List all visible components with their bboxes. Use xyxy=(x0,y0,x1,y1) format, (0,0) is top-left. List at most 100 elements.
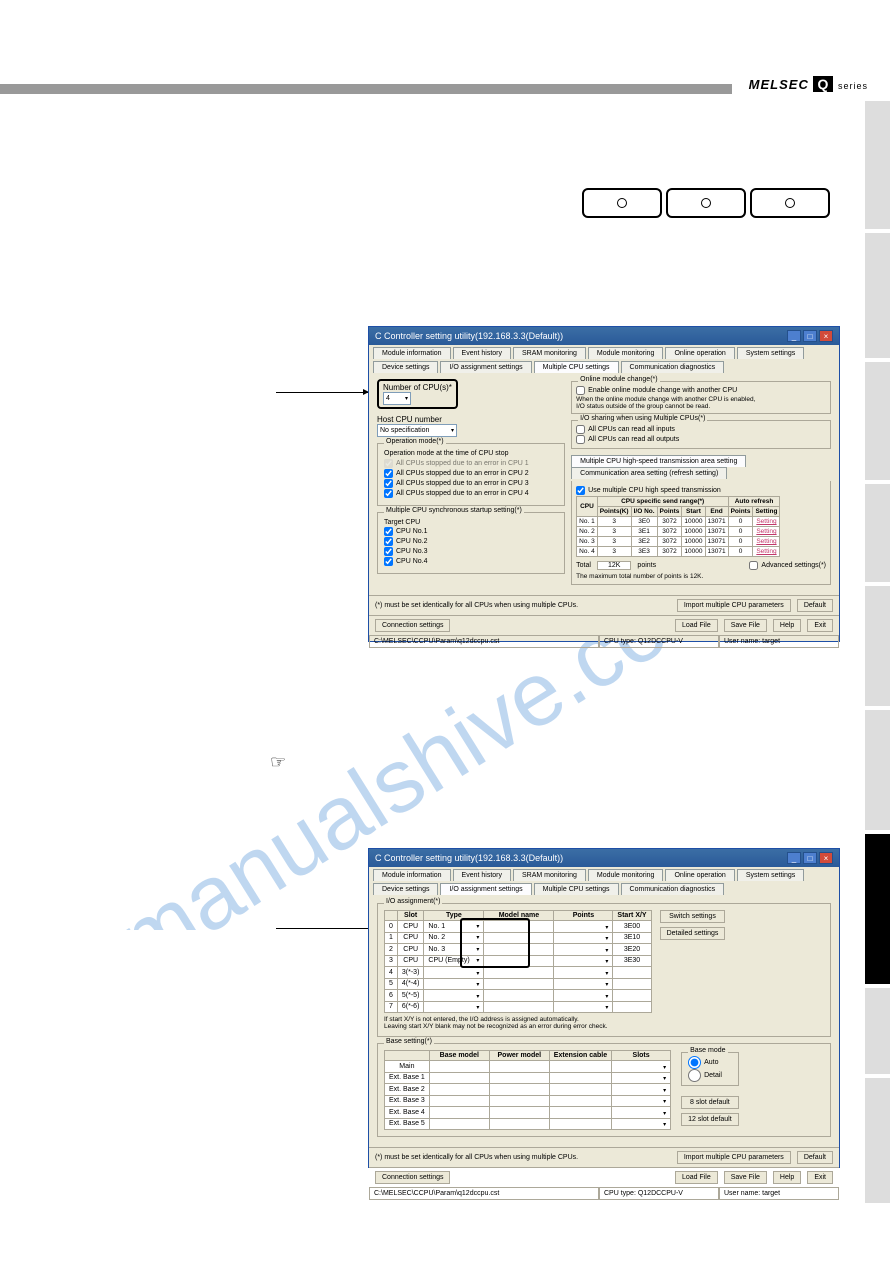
setting-link[interactable]: Setting xyxy=(756,548,776,555)
detailed-settings-button[interactable]: Detailed settings xyxy=(660,927,726,940)
points-select[interactable] xyxy=(558,958,608,965)
tab-comm-area[interactable]: Communication area setting (refresh sett… xyxy=(571,467,727,479)
slots-select[interactable] xyxy=(616,1087,666,1094)
side-tab[interactable] xyxy=(865,988,890,1074)
points-select[interactable] xyxy=(558,924,608,931)
opmode-row[interactable]: All CPUs stopped due to an error in CPU … xyxy=(384,469,558,478)
tab-comm-diagnostics[interactable]: Communication diagnostics xyxy=(621,883,725,895)
type-select[interactable] xyxy=(428,981,479,988)
host-cpu-select[interactable]: No specification xyxy=(377,424,457,437)
tab-comm-diagnostics[interactable]: Communication diagnostics xyxy=(621,361,725,373)
type-select[interactable] xyxy=(428,970,479,977)
help-button[interactable]: Help xyxy=(773,1171,801,1184)
tab-io-assignment[interactable]: I/O assignment settings xyxy=(440,883,531,895)
io-share-inputs[interactable]: All CPUs can read all inputs xyxy=(576,425,826,434)
use-hs-check[interactable]: Use multiple CPU high speed transmission xyxy=(576,486,826,495)
connection-settings-button[interactable]: Connection settings xyxy=(375,619,450,632)
exit-button[interactable]: Exit xyxy=(807,1171,833,1184)
opmode-row[interactable]: All CPUs stopped due to an error in CPU … xyxy=(384,479,558,488)
tab-system-settings[interactable]: System settings xyxy=(737,869,804,881)
maximize-button[interactable]: □ xyxy=(803,330,817,342)
total-value: 12K xyxy=(597,561,631,570)
opmode-row[interactable]: All CPUs stopped due to an error in CPU … xyxy=(384,459,558,468)
minimize-button[interactable]: _ xyxy=(787,330,801,342)
slots-select[interactable] xyxy=(616,1110,666,1117)
slots-select[interactable] xyxy=(616,1098,666,1105)
tab-system-settings[interactable]: System settings xyxy=(737,347,804,359)
tab-online-operation[interactable]: Online operation xyxy=(665,347,734,359)
close-button[interactable]: × xyxy=(819,330,833,342)
setting-link[interactable]: Setting xyxy=(756,538,776,545)
save-file-button[interactable]: Save File xyxy=(724,1171,767,1184)
save-file-button[interactable]: Save File xyxy=(724,619,767,632)
load-file-button[interactable]: Load File xyxy=(675,1171,718,1184)
tab-module-information[interactable]: Module information xyxy=(373,869,451,881)
sync-item[interactable]: CPU No.3 xyxy=(384,547,558,556)
setting-link[interactable]: Setting xyxy=(756,528,776,535)
tab-device-settings[interactable]: Device settings xyxy=(373,883,438,895)
tab-module-monitoring[interactable]: Module monitoring xyxy=(588,869,664,881)
default-button[interactable]: Default xyxy=(797,599,833,612)
points-select[interactable] xyxy=(558,947,608,954)
tab-online-operation[interactable]: Online operation xyxy=(665,869,734,881)
slot-12-default-button[interactable]: 12 slot default xyxy=(681,1113,739,1126)
side-tab[interactable] xyxy=(865,586,890,706)
base-mode-auto[interactable]: Auto xyxy=(688,1056,732,1069)
import-params-button[interactable]: Import multiple CPU parameters xyxy=(677,1151,791,1164)
points-select[interactable] xyxy=(558,935,608,942)
io-share-outputs[interactable]: All CPUs can read all outputs xyxy=(576,435,826,444)
exit-button[interactable]: Exit xyxy=(807,619,833,632)
slots-select[interactable] xyxy=(616,1064,666,1071)
help-button[interactable]: Help xyxy=(773,619,801,632)
tab-hs-area[interactable]: Multiple CPU high-speed transmission are… xyxy=(571,455,746,467)
side-tab[interactable] xyxy=(865,710,890,830)
import-params-button[interactable]: Import multiple CPU parameters xyxy=(677,599,791,612)
load-file-button[interactable]: Load File xyxy=(675,619,718,632)
side-tab-active[interactable] xyxy=(865,834,890,984)
slots-select[interactable] xyxy=(616,1121,666,1128)
sync-item[interactable]: CPU No.2 xyxy=(384,537,558,546)
type-select[interactable] xyxy=(428,1004,479,1011)
minimize-button[interactable]: _ xyxy=(787,852,801,864)
setting-link[interactable]: Setting xyxy=(756,518,776,525)
switch-settings-button[interactable]: Switch settings xyxy=(660,910,726,923)
side-tab[interactable] xyxy=(865,484,890,582)
tab-event-history[interactable]: Event history xyxy=(453,869,511,881)
type-select[interactable]: CPU (Empty) xyxy=(428,957,479,964)
side-tab[interactable] xyxy=(865,101,890,229)
table-row: No. 133E0307210000130710Setting xyxy=(577,517,780,527)
side-tab[interactable] xyxy=(865,362,890,480)
type-select[interactable]: No. 2 xyxy=(428,934,479,941)
tab-module-monitoring[interactable]: Module monitoring xyxy=(588,347,664,359)
points-select[interactable] xyxy=(558,1004,608,1011)
points-select[interactable] xyxy=(558,970,608,977)
type-select[interactable]: No. 3 xyxy=(428,946,479,953)
default-button[interactable]: Default xyxy=(797,1151,833,1164)
connection-settings-button[interactable]: Connection settings xyxy=(375,1171,450,1184)
num-cpus-select[interactable]: 4 xyxy=(383,392,411,405)
advanced-settings-check[interactable]: Advanced settings(*) xyxy=(749,561,826,570)
type-select[interactable] xyxy=(428,993,479,1000)
base-mode-detail[interactable]: Detail xyxy=(688,1069,732,1082)
sync-item[interactable]: CPU No.4 xyxy=(384,557,558,566)
side-tab[interactable] xyxy=(865,1078,890,1203)
slot-8-default-button[interactable]: 8 slot default xyxy=(681,1096,739,1109)
tab-module-information[interactable]: Module information xyxy=(373,347,451,359)
side-tab[interactable] xyxy=(865,233,890,358)
points-select[interactable] xyxy=(558,993,608,1000)
points-select[interactable] xyxy=(558,981,608,988)
tab-io-assignment[interactable]: I/O assignment settings xyxy=(440,361,531,373)
tab-device-settings[interactable]: Device settings xyxy=(373,361,438,373)
sync-item[interactable]: CPU No.1 xyxy=(384,527,558,536)
tab-sram-monitoring[interactable]: SRAM monitoring xyxy=(513,347,586,359)
slots-select[interactable] xyxy=(616,1075,666,1082)
maximize-button[interactable]: □ xyxy=(803,852,817,864)
close-button[interactable]: × xyxy=(819,852,833,864)
tab-multiple-cpu[interactable]: Multiple CPU settings xyxy=(534,361,619,373)
online-change-check[interactable]: Enable online module change with another… xyxy=(576,386,826,395)
tab-event-history[interactable]: Event history xyxy=(453,347,511,359)
tab-multiple-cpu[interactable]: Multiple CPU settings xyxy=(534,883,619,895)
type-select[interactable]: No. 1 xyxy=(428,923,479,930)
tab-sram-monitoring[interactable]: SRAM monitoring xyxy=(513,869,586,881)
opmode-row[interactable]: All CPUs stopped due to an error in CPU … xyxy=(384,489,558,498)
